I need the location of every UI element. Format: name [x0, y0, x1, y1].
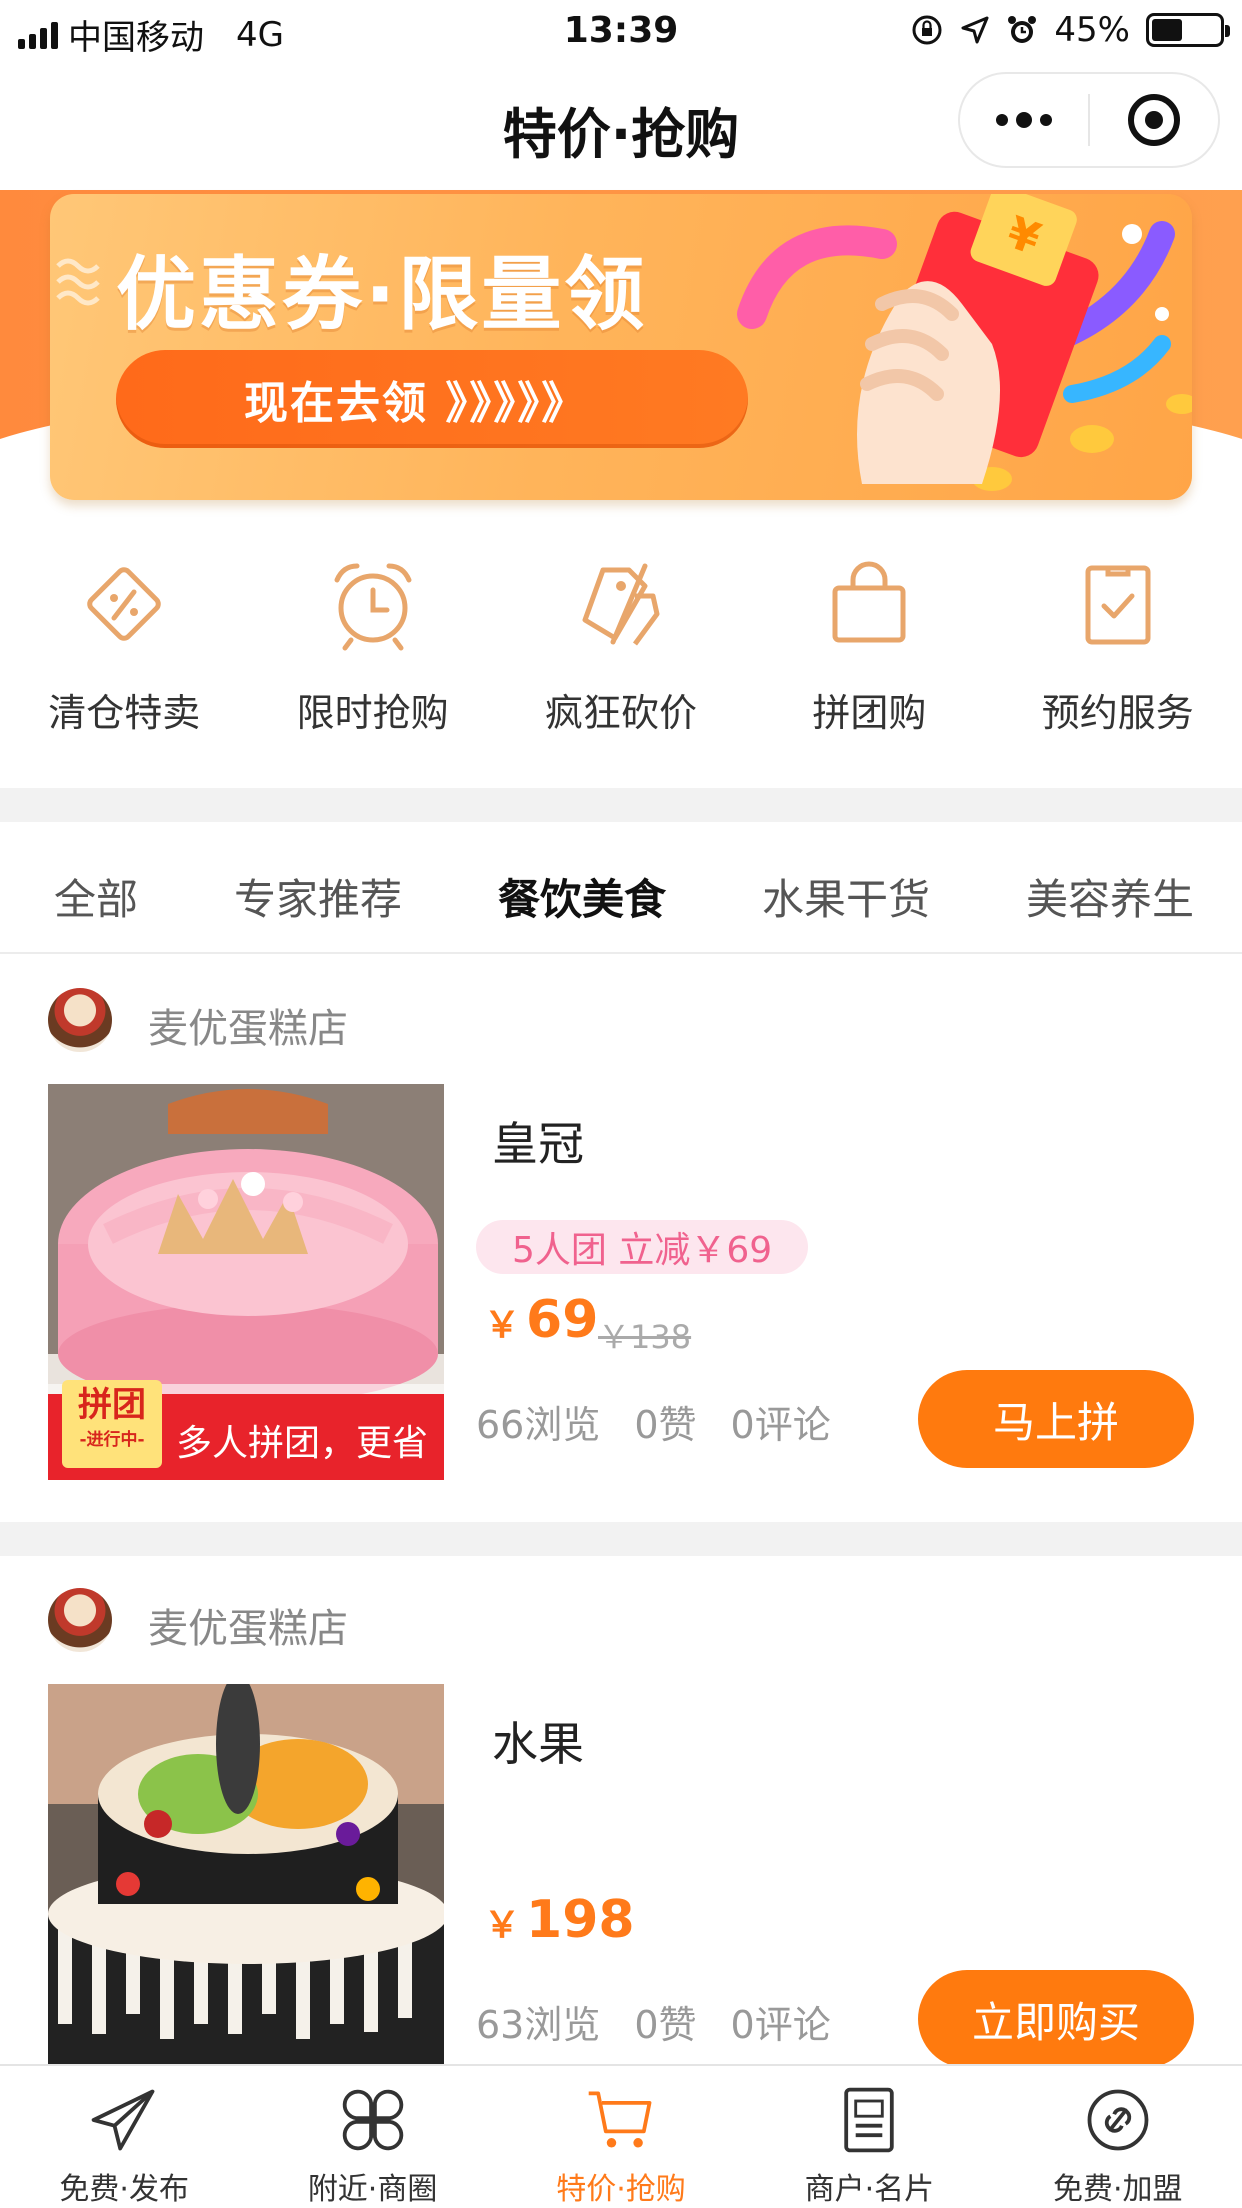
location-arrow-icon [961, 16, 989, 44]
tabbar-label: 免费·加盟 [1052, 2172, 1183, 2207]
business-card-icon [844, 2087, 895, 2153]
wave-decoration-icon [56, 258, 100, 306]
tabbar-item-nearby[interactable]: 附近·商圈 [248, 2066, 496, 2208]
product-stats: 66浏览 0赞 0评论 [476, 1394, 831, 1449]
alarm-clock-icon [334, 563, 412, 651]
price-cut-icon [582, 563, 660, 646]
section-divider [0, 788, 1242, 822]
product-card[interactable]: 麦优蛋糕店 水果 ￥ 198 63浏览 0赞 0评论 立即购买 [0, 1556, 1242, 2068]
like-count: 0赞 [634, 1403, 697, 1447]
category-label: 拼团购 [812, 691, 927, 735]
like-count: 0赞 [634, 2003, 697, 2047]
category-flash-sale[interactable]: 限时抢购 [248, 556, 496, 766]
tab-expert-picks[interactable]: 专家推荐 [234, 866, 402, 927]
tabbar-item-business-card[interactable]: 商户·名片 [745, 2066, 993, 2208]
tab-fruit-dried-goods[interactable]: 水果干货 [762, 866, 930, 927]
comment-count: 0评论 [730, 1403, 831, 1447]
discount-tag-icon [87, 567, 161, 641]
navigation-bar: 特价·抢购 [0, 62, 1242, 190]
tab-food[interactable]: 餐饮美食 [498, 866, 666, 927]
shop-name[interactable]: 麦优蛋糕店 [148, 996, 348, 1054]
product-image[interactable] [48, 1684, 444, 2064]
badge-sub-text: -进行中- [79, 1430, 145, 1450]
shopping-bag-icon [832, 561, 906, 643]
paper-plane-icon [91, 2089, 155, 2151]
tab-all[interactable]: 全部 [54, 866, 138, 927]
banner-headline: 优惠券·限量领 [116, 248, 648, 341]
product-name[interactable]: 皇冠 [492, 1108, 584, 1174]
view-count: 66浏览 [476, 1403, 601, 1447]
category-label: 疯狂砍价 [544, 691, 697, 735]
join-group-button[interactable]: 马上拼 [918, 1370, 1194, 1468]
shop-name[interactable]: 麦优蛋糕店 [148, 1596, 348, 1654]
tabbar-label: 免费·发布 [59, 2172, 189, 2207]
tabbar-item-publish[interactable]: 免费·发布 [0, 2066, 248, 2208]
category-bargain[interactable]: 疯狂砍价 [497, 556, 745, 766]
category-booking[interactable]: 预约服务 [994, 556, 1242, 766]
original-price: ￥138 [598, 1318, 692, 1356]
shop-avatar[interactable] [48, 988, 112, 1052]
tab-beauty-wellness[interactable]: 美容养生 [1026, 866, 1194, 927]
mini-program-capsule [958, 72, 1220, 168]
battery-percent: 45% [1054, 10, 1130, 50]
bottom-tab-bar: 免费·发布 附近·商圈 特价·抢购 商户·名片 免费·加盟 [0, 2064, 1242, 2208]
category-grid: 清仓特卖 限时抢购 疯狂砍价 拼团购 预约服务 [0, 556, 1242, 766]
rotation-lock-icon [912, 15, 942, 45]
category-label: 预约服务 [1041, 691, 1194, 735]
red-envelope-illustration: ¥ [737, 194, 1192, 491]
battery-icon [1146, 13, 1230, 47]
fruit-cake-image [48, 1684, 444, 2064]
product-name[interactable]: 水果 [492, 1708, 584, 1774]
currency-symbol: ￥ [484, 1305, 521, 1346]
link-icon [1087, 2089, 1149, 2151]
badge-message: 多人拼团，更省 [176, 1423, 429, 1464]
category-group-buy[interactable]: 拼团购 [745, 556, 993, 766]
tabbar-item-join[interactable]: 免费·加盟 [994, 2066, 1242, 2208]
section-divider [0, 1522, 1242, 1556]
group-buy-badge: 拼团 -进行中- 多人拼团，更省 [48, 1380, 444, 1480]
battery-fill [1152, 19, 1182, 41]
product-image[interactable]: 拼团 -进行中- 多人拼团，更省 [48, 1084, 444, 1480]
four-leaf-icon [342, 2089, 403, 2151]
tabbar-label: 附近·商圈 [307, 2172, 438, 2207]
status-right: 45% [910, 10, 1230, 50]
category-tabs: 全部 专家推荐 餐饮美食 水果干货 美容养生 [0, 822, 1242, 954]
product-stats: 63浏览 0赞 0评论 [476, 1994, 831, 2049]
badge-main-text: 拼团 [78, 1385, 146, 1425]
product-card[interactable]: 麦优蛋糕店 拼团 -进行中- 多人拼团，更省 皇冠 5人团 立减￥69 ￥ 69 … [0, 956, 1242, 1520]
shop-avatar[interactable] [48, 1588, 112, 1652]
category-label: 清仓特卖 [48, 691, 201, 735]
group-buy-stamp: 拼团 -进行中- [62, 1380, 162, 1468]
comment-count: 0评论 [730, 2003, 831, 2047]
product-price: ￥ 69 [484, 1290, 598, 1350]
target-icon [1127, 94, 1180, 146]
coupon-banner[interactable]: 优惠券·限量领 现在去领 》》》》》 ¥ [50, 194, 1192, 500]
view-count: 63浏览 [476, 2003, 601, 2047]
group-discount-tag: 5人团 立减￥69 [476, 1220, 809, 1274]
more-button[interactable] [960, 72, 1088, 168]
price-value: 69 [526, 1290, 599, 1350]
product-price: ￥ 198 [484, 1890, 635, 1950]
tabbar-item-deals[interactable]: 特价·抢购 [497, 2066, 745, 2208]
more-dots-icon [996, 112, 1052, 128]
tabbar-label: 商户·名片 [804, 2172, 935, 2207]
currency-symbol: ￥ [484, 1905, 521, 1946]
claim-now-button[interactable]: 现在去领 》》》》》 [116, 350, 748, 448]
price-value: 198 [526, 1890, 635, 1950]
checklist-icon [1085, 565, 1151, 645]
status-bar: 中国移动 4G 13:39 45% [0, 0, 1242, 62]
buy-now-button[interactable]: 立即购买 [918, 1970, 1194, 2068]
category-label: 限时抢购 [296, 691, 449, 735]
shopping-cart-icon [588, 2091, 652, 2148]
alarm-icon [1008, 16, 1037, 43]
category-clearance[interactable]: 清仓特卖 [0, 556, 248, 766]
tabbar-label: 特价·抢购 [556, 2172, 686, 2207]
close-button[interactable] [1090, 72, 1218, 168]
